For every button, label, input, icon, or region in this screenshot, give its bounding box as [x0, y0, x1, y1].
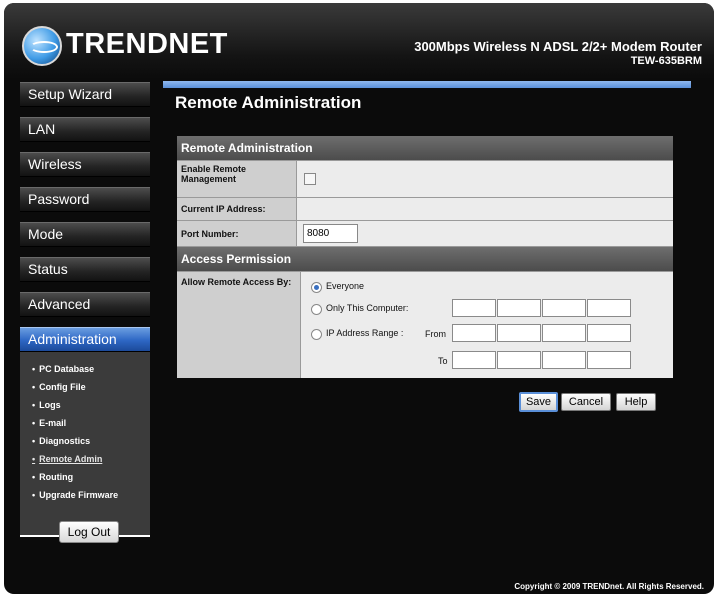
help-button[interactable]: Help [616, 393, 656, 411]
logout-button[interactable]: Log Out [59, 521, 119, 543]
radio-everyone[interactable] [311, 282, 322, 293]
main-content: Remote Administration Remote Administrat… [163, 81, 691, 577]
save-button[interactable]: Save [519, 392, 558, 412]
nav-mode[interactable]: Mode [20, 222, 150, 247]
submenu-config-file[interactable]: • Config File [20, 378, 150, 396]
current-ip-value [297, 198, 673, 220]
submenu-logs[interactable]: • Logs [20, 396, 150, 414]
range-to-octet-2[interactable] [497, 351, 541, 369]
only-ip-octet-4[interactable] [587, 299, 631, 317]
enable-remote-label: Enable Remote Management [177, 161, 297, 197]
model-number: TEW-635BRM [630, 55, 702, 67]
only-ip-octet-3[interactable] [542, 299, 586, 317]
row-enable-remote: Enable Remote Management [177, 161, 673, 198]
port-number-input[interactable]: 8080 [303, 224, 358, 243]
to-label: To [438, 356, 448, 366]
everyone-label: Everyone [326, 281, 365, 291]
range-to-octet-1[interactable] [452, 351, 496, 369]
range-from-octet-3[interactable] [542, 324, 586, 342]
port-label: Port Number: [177, 221, 297, 246]
range-from-octet-2[interactable] [497, 324, 541, 342]
submenu-email[interactable]: • E-mail [20, 414, 150, 432]
only-this-computer-label: Only This Computer: [326, 303, 409, 313]
from-label: From [425, 329, 446, 339]
sidebar: Setup Wizard LAN Wireless Password Mode … [20, 82, 150, 537]
main-top-bar [163, 81, 691, 88]
ip-range-label: IP Address Range : [326, 328, 404, 338]
row-current-ip: Current IP Address: [177, 198, 673, 221]
access-options: Everyone Only This Computer: IP Address … [301, 272, 673, 378]
row-port: Port Number: 8080 [177, 221, 673, 247]
radio-only-this-computer[interactable] [311, 304, 322, 315]
product-name: 300Mbps Wireless N ADSL 2/2+ Modem Route… [414, 39, 702, 54]
submenu-pc-database[interactable]: • PC Database [20, 360, 150, 378]
submenu-upgrade-firmware[interactable]: • Upgrade Firmware [20, 486, 150, 504]
only-ip-octet-1[interactable] [452, 299, 496, 317]
brand-logo: TRENDNET [66, 28, 228, 60]
radio-ip-range[interactable] [311, 329, 322, 340]
section-header-remote-admin: Remote Administration [177, 136, 673, 161]
product-title: 300Mbps Wireless N ADSL 2/2+ Modem Route… [414, 39, 702, 69]
copyright-footer: Copyright © 2009 TRENDnet. All Rights Re… [514, 582, 704, 591]
trendnet-logo-icon [22, 26, 62, 66]
range-to-octet-3[interactable] [542, 351, 586, 369]
nav-lan[interactable]: LAN [20, 117, 150, 142]
settings-panel: Remote Administration Enable Remote Mana… [177, 136, 673, 378]
submenu-diagnostics[interactable]: • Diagnostics [20, 432, 150, 450]
range-from-octet-1[interactable] [452, 324, 496, 342]
submenu-remote-admin[interactable]: • Remote Admin [20, 450, 150, 468]
cancel-button[interactable]: Cancel [561, 393, 611, 411]
nav-administration[interactable]: Administration [20, 327, 150, 352]
nav-status[interactable]: Status [20, 257, 150, 282]
range-from-octet-4[interactable] [587, 324, 631, 342]
current-ip-label: Current IP Address: [177, 198, 297, 220]
nav-wireless[interactable]: Wireless [20, 152, 150, 177]
range-to-octet-4[interactable] [587, 351, 631, 369]
nav-setup-wizard[interactable]: Setup Wizard [20, 82, 150, 107]
only-ip-octet-2[interactable] [497, 299, 541, 317]
row-access-permission: Allow Remote Access By: Everyone Only Th… [177, 272, 673, 378]
submenu-routing[interactable]: • Routing [20, 468, 150, 486]
enable-remote-checkbox[interactable] [304, 173, 316, 185]
section-header-access-permission: Access Permission [177, 247, 673, 272]
allow-access-label: Allow Remote Access By: [177, 272, 301, 378]
router-frame: TRENDNET 300Mbps Wireless N ADSL 2/2+ Mo… [4, 3, 714, 594]
nav-advanced[interactable]: Advanced [20, 292, 150, 317]
administration-submenu: • PC Database • Config File • Logs • E-mail … [20, 352, 150, 537]
nav-password[interactable]: Password [20, 187, 150, 212]
enable-remote-cell [297, 161, 673, 197]
page-title: Remote Administration [175, 93, 362, 112]
header: TRENDNET 300Mbps Wireless N ADSL 2/2+ Mo… [4, 3, 714, 79]
port-cell: 8080 [297, 221, 673, 246]
